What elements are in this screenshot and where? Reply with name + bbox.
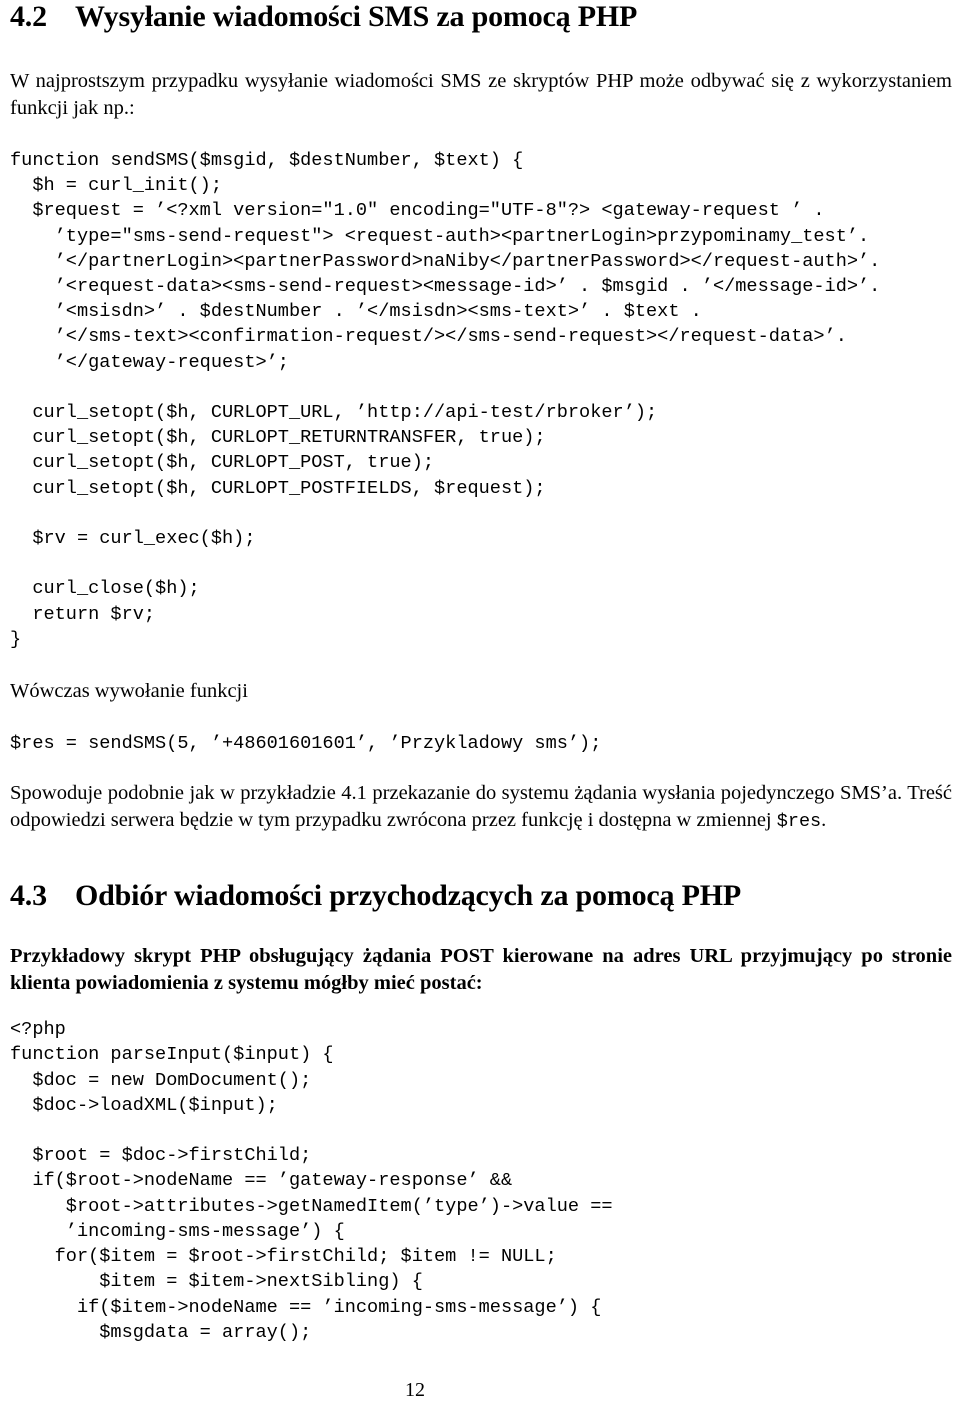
code-block-parseinput: <?php function parseInput($input) { $doc… xyxy=(10,1019,613,1343)
paragraph-after-call-part2: . xyxy=(821,809,827,832)
section-title-4-2: Wysyłanie wiadomości SMS za pomocą PHP xyxy=(75,0,638,33)
page-number-footer: 12 xyxy=(0,1378,830,1402)
section-heading-4-3: 4.3 Odbiór wiadomości przychodzących za … xyxy=(10,879,952,913)
code-block-sendsms: function sendSMS($msgid, $destNumber, $t… xyxy=(10,150,881,650)
code-line-sendsms-call: $res = sendSMS(5, ’+48601601601’, ’Przyk… xyxy=(10,733,602,755)
inline-code-res-variable: $res xyxy=(776,811,822,833)
paragraph-after-call: Spowoduje podobnie jak w przykładzie 4.1… xyxy=(10,780,952,835)
page-content: 4.2 Wysyłanie wiadomości SMS za pomocą P… xyxy=(10,0,952,1345)
section-heading-4-2: 4.2 Wysyłanie wiadomości SMS za pomocą P… xyxy=(10,0,952,34)
section-title-4-3: Odbiór wiadomości przychodzących za pomo… xyxy=(75,879,742,913)
paragraph-4-3-intro: Przykładowy skrypt PHP obsługujący żądan… xyxy=(10,945,952,995)
paragraph-call-intro: Wówczas wywołanie funkcji xyxy=(10,680,248,703)
paragraph-4-2-intro: W najprostszym przypadku wysyłanie wiado… xyxy=(10,70,952,119)
section-number-4-3: 4.3 xyxy=(10,879,47,913)
section-number-4-2: 4.2 xyxy=(10,0,47,33)
page-number: 12 xyxy=(405,1379,425,1401)
document-page: 4.2 Wysyłanie wiadomości SMS za pomocą P… xyxy=(0,0,960,1416)
